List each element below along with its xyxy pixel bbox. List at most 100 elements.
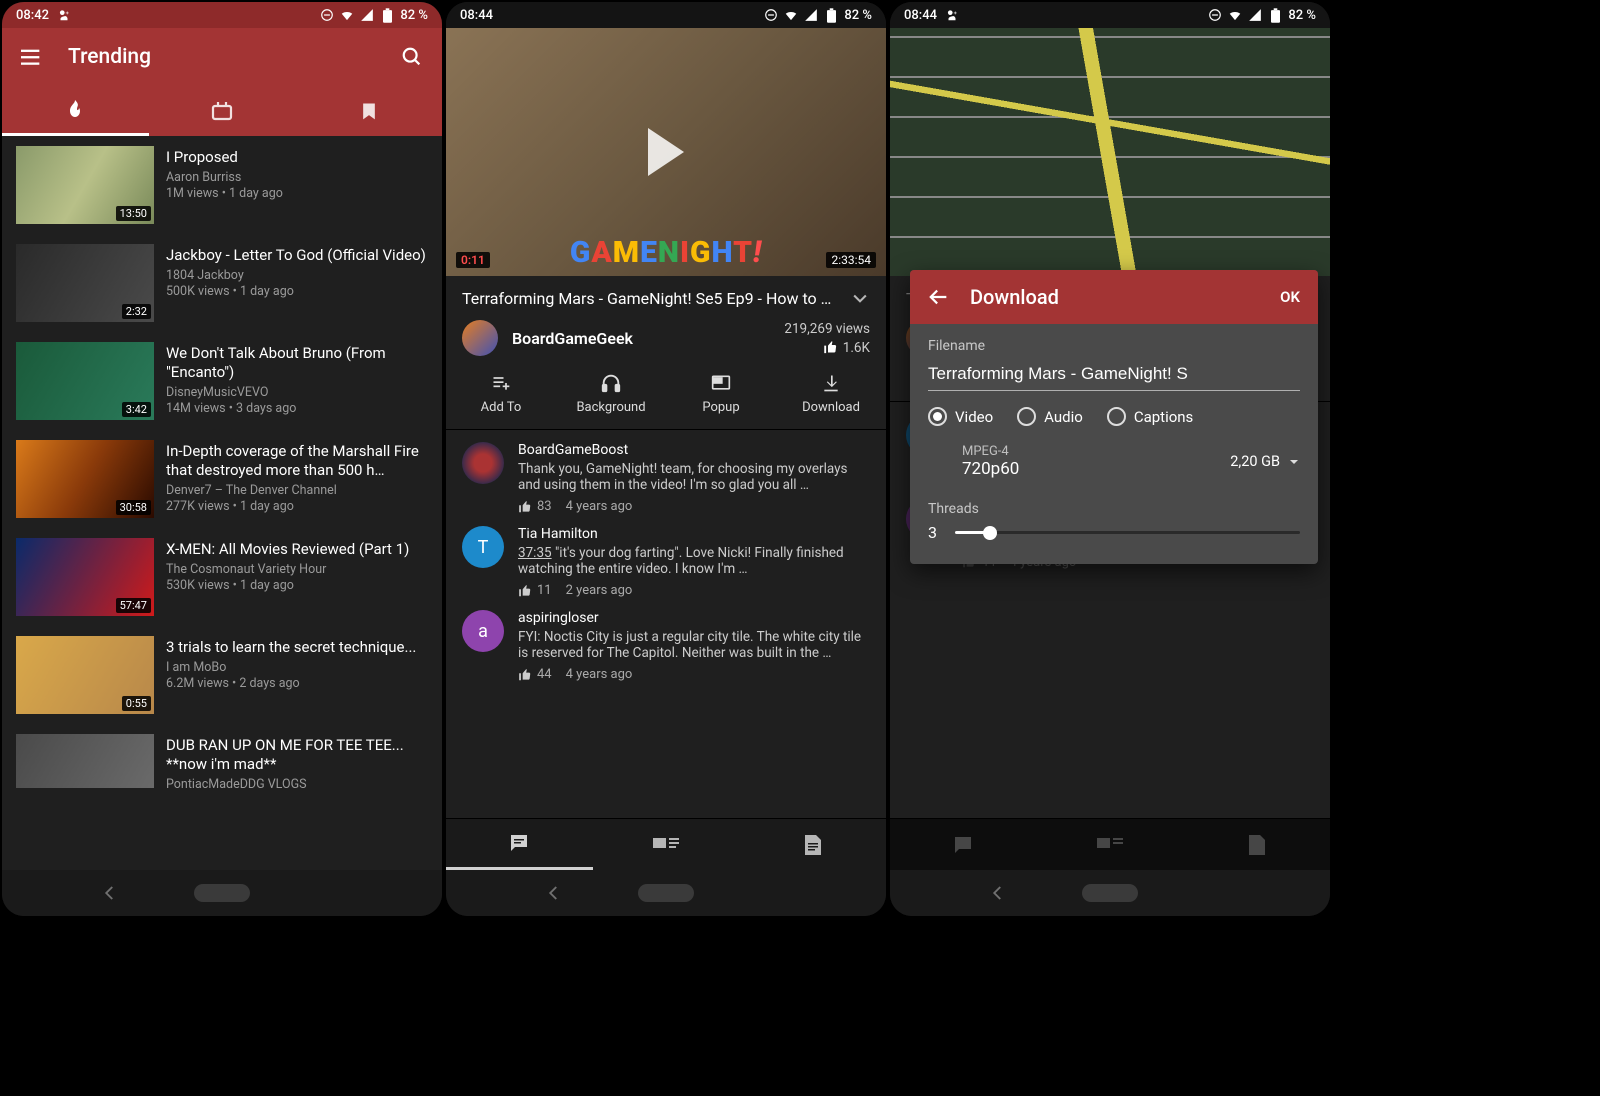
play-icon[interactable] xyxy=(648,128,684,176)
filename-input[interactable] xyxy=(928,360,1300,391)
video-title: DUB RAN UP ON ME FOR TEE TEE... **now i'… xyxy=(166,736,428,774)
video-channel: The Cosmonaut Variety Hour xyxy=(166,562,428,577)
video-row[interactable]: 13:50 I Proposed Aaron Burriss 1M views … xyxy=(2,136,442,234)
download-dialog: Download OK Filename Video Audio Caption… xyxy=(910,270,1318,564)
ok-button[interactable]: OK xyxy=(1280,288,1300,306)
video-row[interactable]: 0:55 3 trials to learn the secret techni… xyxy=(2,626,442,724)
status-bar: 08:44 82 % xyxy=(890,2,1330,28)
tab-subscriptions[interactable] xyxy=(149,86,296,136)
video-row[interactable]: 2:32 Jackboy - Letter To God (Official V… xyxy=(2,234,442,332)
status-bar: 08:44 82 % xyxy=(446,2,886,28)
channel-avatar xyxy=(462,320,498,356)
battery-icon xyxy=(380,8,394,22)
channel-name: BoardGameGeek xyxy=(512,329,770,348)
home-pill[interactable] xyxy=(638,884,694,902)
filename-label: Filename xyxy=(928,338,1300,354)
video-channel: 1804 Jackboy xyxy=(166,268,428,283)
tab-description xyxy=(1183,833,1330,857)
person-add-icon xyxy=(945,8,959,22)
tab-comments[interactable] xyxy=(446,819,593,870)
tab-trending[interactable] xyxy=(2,86,149,136)
add-to-button[interactable]: Add To xyxy=(446,372,556,415)
comment-row[interactable]: T Tia Hamilton 37:35 "it's your dog fart… xyxy=(446,514,886,598)
download-button[interactable]: Download xyxy=(776,372,886,415)
comments-list: BoardGameBoost Thank you, GameNight! tea… xyxy=(446,429,886,682)
clock: 08:42 xyxy=(16,8,49,23)
elapsed-time: 0:11 xyxy=(456,252,490,268)
back-arrow-icon[interactable] xyxy=(928,286,950,308)
video-row[interactable]: 3:42 We Don't Talk About Bruno (From "En… xyxy=(2,332,442,430)
tab-related[interactable] xyxy=(593,835,740,855)
tab-related xyxy=(1037,835,1184,855)
back-icon[interactable] xyxy=(541,880,567,906)
video-channel: Denver7 – The Denver Channel xyxy=(166,483,428,498)
back-icon[interactable] xyxy=(985,880,1011,906)
thumbs-up-icon[interactable] xyxy=(518,668,532,682)
video-title: I Proposed xyxy=(166,148,428,167)
download-icon xyxy=(821,372,841,394)
radio-captions[interactable]: Captions xyxy=(1107,407,1193,426)
thumbnail: 0:55 xyxy=(16,636,154,714)
chevron-down-icon[interactable] xyxy=(850,288,870,308)
video-player[interactable]: 0:11 2:33:54 GAMENIGHT! xyxy=(446,28,886,276)
thumbnail: 2:32 xyxy=(16,244,154,322)
action-row: Add To Background Popup Download xyxy=(446,364,886,429)
comment-text: FYI: Noctis City is just a regular city … xyxy=(518,629,870,661)
wifi-icon xyxy=(340,8,354,22)
thumbnail: 30:58 xyxy=(16,440,154,518)
thumbnail: 13:50 xyxy=(16,146,154,224)
back-icon[interactable] xyxy=(97,880,123,906)
signal-icon xyxy=(1248,8,1262,22)
video-channel: I am MoBo xyxy=(166,660,428,675)
battery-pct: 82 % xyxy=(400,8,428,23)
menu-icon[interactable] xyxy=(20,45,44,69)
system-navbar xyxy=(2,870,442,916)
search-icon[interactable] xyxy=(400,45,424,69)
tab-description[interactable] xyxy=(739,833,886,857)
avatar: T xyxy=(462,526,504,568)
thumbnail-overlay: GAMENIGHT! xyxy=(570,235,762,270)
video-title: X-MEN: All Movies Reviewed (Part 1) xyxy=(166,540,428,559)
tab-bookmarks[interactable] xyxy=(295,86,442,136)
background-button[interactable]: Background xyxy=(556,372,666,415)
video-title: 3 trials to learn the secret technique..… xyxy=(166,638,428,657)
dnd-icon xyxy=(1208,8,1222,22)
popup-button[interactable]: Popup xyxy=(666,372,776,415)
video-list: 13:50 I Proposed Aaron Burriss 1M views … xyxy=(2,136,442,802)
video-stats: 500K views • 1 day ago xyxy=(166,284,428,299)
system-navbar xyxy=(890,870,1330,916)
threads-slider[interactable] xyxy=(955,531,1300,534)
like-count: 1.6K xyxy=(843,340,870,356)
comment-text: Thank you, GameNight! team, for choosing… xyxy=(518,461,870,493)
battery-pct: 82 % xyxy=(1288,8,1316,23)
home-pill[interactable] xyxy=(1082,884,1138,902)
comment-row[interactable]: a aspiringloser FYI: Noctis City is just… xyxy=(446,598,886,682)
video-stats: 530K views • 1 day ago xyxy=(166,578,428,593)
avatar xyxy=(462,442,504,484)
dialog-title: Download xyxy=(970,285,1260,309)
home-pill[interactable] xyxy=(194,884,250,902)
format-dropdown[interactable]: MPEG-4 720p60 2,20 GB xyxy=(928,440,1300,483)
video-row[interactable]: 30:58 In-Depth coverage of the Marshall … xyxy=(2,430,442,528)
wifi-icon xyxy=(784,8,798,22)
video-row[interactable]: 57:47 X-MEN: All Movies Reviewed (Part 1… xyxy=(2,528,442,626)
comment-row[interactable]: BoardGameBoost Thank you, GameNight! tea… xyxy=(446,430,886,514)
wifi-icon xyxy=(1228,8,1242,22)
detail-tabs xyxy=(890,818,1330,870)
channel-row[interactable]: BoardGameGeek 219,269 views 1.6K xyxy=(446,312,886,364)
radio-audio[interactable]: Audio xyxy=(1017,407,1083,426)
dropdown-icon xyxy=(1288,456,1300,468)
tab-comments xyxy=(890,833,1037,857)
video-title: Terraforming Mars - GameNight! Se5 Ep9 -… xyxy=(462,289,840,308)
thumbs-up-icon[interactable] xyxy=(518,500,532,514)
threads-value: 3 xyxy=(928,523,937,542)
radio-video[interactable]: Video xyxy=(928,407,993,426)
status-bar: 08:42 82 % xyxy=(2,2,442,28)
comment-age: 4 years ago xyxy=(566,667,633,682)
signal-icon xyxy=(360,8,374,22)
comment-text: 37:35 "it's your dog farting". Love Nick… xyxy=(518,545,870,577)
dnd-icon xyxy=(320,8,334,22)
total-time: 2:33:54 xyxy=(826,252,876,268)
video-row[interactable]: DUB RAN UP ON ME FOR TEE TEE... **now i'… xyxy=(2,724,442,802)
thumbs-up-icon[interactable] xyxy=(518,584,532,598)
